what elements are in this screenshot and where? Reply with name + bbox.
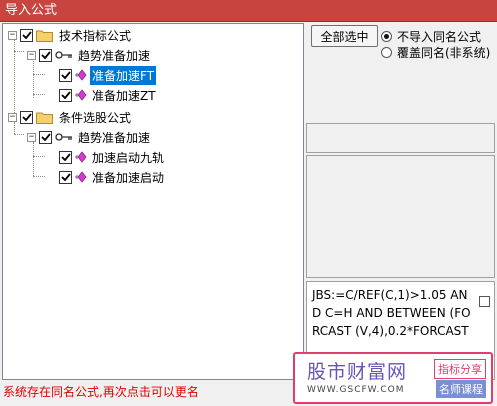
- radio-label: 不导入同名公式: [397, 30, 482, 44]
- tree-node-label: 准备加速启动: [92, 170, 165, 185]
- checkmark-icon: [60, 71, 71, 80]
- formula-tree[interactable]: − 技术指标公式 − 趋势准备加速 准备加速FT 准备加速ZT − 条件选股公式…: [2, 23, 304, 380]
- tree-node-checkbox[interactable]: [59, 150, 72, 164]
- tree-connector: [33, 74, 45, 75]
- collapse-toggle[interactable]: −: [8, 112, 17, 122]
- checkmark-icon: [60, 91, 71, 100]
- code-preview-checkbox[interactable]: [479, 296, 490, 307]
- tree-node-checkbox[interactable]: [20, 28, 33, 42]
- watermark-tag-course: 名师课程: [436, 380, 486, 398]
- key-icon: [55, 133, 72, 141]
- formula-gem-icon: [75, 151, 87, 163]
- tree-node-label: 技术指标公式: [59, 28, 132, 43]
- formula-gem-icon: [75, 171, 87, 183]
- radio-button-selected[interactable]: [381, 31, 392, 42]
- select-all-button[interactable]: 全部选中: [311, 25, 378, 47]
- tree-node-label: 趋势准备加速: [78, 48, 151, 63]
- tree-node-checkbox[interactable]: [39, 48, 52, 62]
- tree-node-label: 条件选股公式: [59, 110, 132, 125]
- options-panel: 全部选中 不导入同名公式 覆盖同名(非系统): [306, 23, 495, 121]
- watermark-logo: 股市财富网 WWW.GSCFW.COM 指标分享 名师课程: [293, 352, 493, 404]
- radio-button[interactable]: [381, 47, 392, 58]
- tree-node-label: 趋势准备加速: [78, 130, 151, 145]
- tree-node-checkbox[interactable]: [59, 68, 72, 82]
- radio-dot-icon: [384, 34, 389, 39]
- folder-icon: [36, 30, 53, 42]
- radio-no-import[interactable]: 不导入同名公式: [381, 28, 481, 45]
- tree-node-label: 准备加速FT: [90, 65, 157, 85]
- tree-connector: [33, 176, 45, 177]
- tree-node-trend-group[interactable]: − 趋势准备加速: [27, 46, 152, 64]
- watermark-site-name: 股市财富网: [307, 361, 408, 383]
- tree-node-tech-indicators[interactable]: − 技术指标公式: [8, 26, 133, 44]
- window-title: 导入公式: [0, 0, 497, 22]
- formula-gem-icon: [75, 69, 87, 81]
- tree-connector: [33, 59, 34, 98]
- tree-node-label: 准备加速ZT: [92, 88, 156, 103]
- description-panel: [306, 155, 495, 278]
- checkmark-icon: [21, 113, 32, 122]
- tree-node-trend-group-2[interactable]: − 趋势准备加速: [27, 128, 152, 146]
- key-icon: [55, 51, 72, 59]
- collapse-toggle[interactable]: −: [8, 30, 17, 40]
- tree-node-formula-jiugui[interactable]: 加速启动九轨: [59, 148, 166, 166]
- radio-overwrite[interactable]: 覆盖同名(非系统): [381, 44, 490, 61]
- tree-node-formula-qidong[interactable]: 准备加速启动: [59, 168, 166, 186]
- tree-node-checkbox[interactable]: [59, 170, 72, 184]
- tree-node-checkbox[interactable]: [59, 88, 72, 102]
- radio-label: 覆盖同名(非系统): [397, 46, 491, 60]
- folder-icon: [36, 112, 53, 124]
- checkmark-icon: [40, 133, 51, 142]
- collapse-toggle[interactable]: −: [27, 50, 36, 60]
- formula-gem-icon: [75, 89, 87, 101]
- checkmark-icon: [60, 173, 71, 182]
- tree-node-checkbox[interactable]: [20, 110, 33, 124]
- tree-connector: [14, 134, 24, 135]
- checkmark-icon: [40, 51, 51, 60]
- tree-connector: [14, 51, 24, 52]
- tree-connector: [33, 94, 45, 95]
- watermark-tag-share: 指标分享: [434, 359, 486, 379]
- status-message: 系统存在同名公式,再次点击可以更名: [3, 385, 199, 399]
- tree-node-checkbox[interactable]: [39, 130, 52, 144]
- collapse-toggle[interactable]: −: [27, 132, 36, 142]
- tree-node-label: 加速启动九轨: [92, 150, 165, 165]
- checkmark-icon: [21, 31, 32, 40]
- info-field: [306, 123, 495, 153]
- checkmark-icon: [60, 153, 71, 162]
- tree-node-formula-zt[interactable]: 准备加速ZT: [59, 86, 158, 104]
- tree-connector: [33, 142, 34, 176]
- tree-node-formula-ft[interactable]: 准备加速FT: [59, 65, 157, 85]
- watermark-url: WWW.GSCFW.COM: [307, 385, 405, 395]
- tree-node-stock-selection[interactable]: − 条件选股公式: [8, 108, 133, 126]
- tree-connector: [33, 156, 45, 157]
